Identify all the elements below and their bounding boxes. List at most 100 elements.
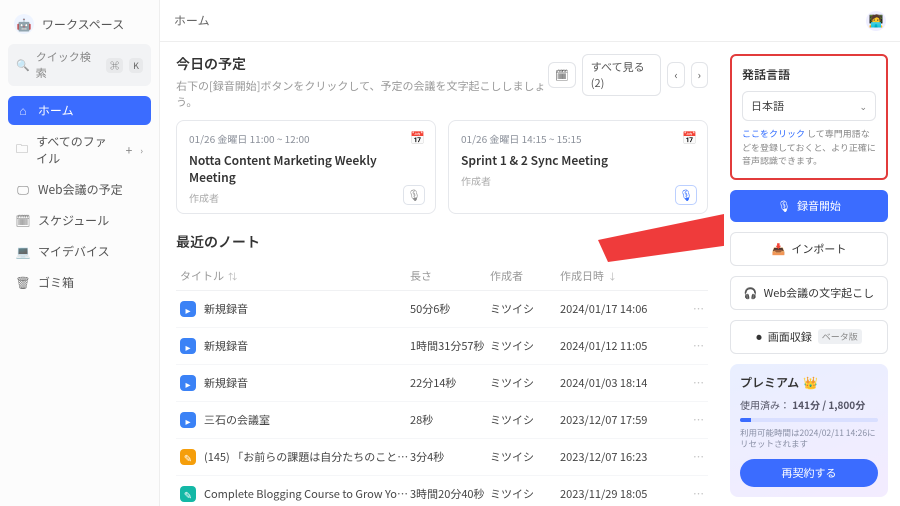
- card-author-label: 作成者: [461, 173, 695, 188]
- view-all-button[interactable]: すべて見る (2): [582, 54, 662, 96]
- note-type-icon: ▸: [180, 412, 196, 428]
- col-length: 長さ: [410, 268, 490, 284]
- chevron-down-icon: ⌄: [859, 100, 867, 113]
- premium-renew-button[interactable]: 再契約する: [740, 459, 878, 487]
- workspace-switcher[interactable]: 🤖 ワークスペース: [8, 10, 151, 38]
- nav-all-files[interactable]: 🗀 すべてのファイル + ›: [8, 127, 151, 173]
- note-date: 2023/11/29 18:05: [560, 486, 680, 502]
- row-menu-button[interactable]: ⋯: [680, 301, 704, 317]
- nav-my-device[interactable]: 💻 マイデバイス: [8, 237, 151, 266]
- sort-down-icon: ↓: [608, 270, 617, 283]
- language-tip-link[interactable]: ここをクリック: [742, 127, 805, 140]
- nav-schedule[interactable]: 🗓 スケジュール: [8, 206, 151, 235]
- nav-trash-label: ゴミ箱: [38, 274, 74, 291]
- import-button[interactable]: 📥 インポート: [730, 232, 888, 266]
- note-name: 新規録音: [204, 375, 410, 391]
- crown-icon: 👑: [803, 374, 818, 391]
- nav-home[interactable]: ⌂ ホーム: [8, 96, 151, 125]
- nav-web-meetings-label: Web会議の予定: [38, 181, 123, 198]
- note-type-icon: ▸: [180, 301, 196, 317]
- language-value: 日本語: [751, 98, 784, 114]
- schedule-subtext: 右下の[録音開始]ボタンをクリックして、予定の会議を文字起こししましょう。: [176, 78, 548, 110]
- schedule-card[interactable]: 01/26 金曜日 11:00 ~ 12:00 📅 Notta Content …: [176, 120, 436, 214]
- note-author: ミツイシ: [490, 301, 560, 317]
- row-menu-button[interactable]: ⋯: [680, 486, 704, 502]
- card-record-button[interactable]: 🎙: [403, 185, 425, 205]
- notes-table-header: タイトル⇅ 長さ 作成者 作成日時↓: [176, 262, 708, 291]
- folder-icon: 🗀: [16, 140, 28, 161]
- note-length: 22分14秒: [410, 375, 490, 391]
- trash-icon: 🗑: [16, 274, 30, 291]
- card-time: 01/26 金曜日 11:00 ~ 12:00: [189, 131, 423, 146]
- start-recording-label: 録音開始: [797, 198, 841, 214]
- note-type-icon: ▸: [180, 375, 196, 391]
- note-author: ミツイシ: [490, 338, 560, 354]
- import-label: インポート: [791, 241, 846, 257]
- mic-icon: 🎙: [679, 187, 693, 203]
- quick-search[interactable]: 🔍 クイック検索 ⌘ K: [8, 44, 151, 86]
- premium-used-value: 141分 / 1,800分: [792, 397, 865, 412]
- schedule-next-button[interactable]: ›: [691, 62, 708, 88]
- table-row[interactable]: ✎Complete Blogging Course to Grow Your..…: [176, 476, 708, 506]
- premium-usage-bar: [740, 418, 878, 422]
- sidebar: 🤖 ワークスペース 🔍 クイック検索 ⌘ K ⌂ ホーム 🗀 すべてのファイル …: [0, 0, 160, 506]
- note-date: 2023/12/07 16:23: [560, 449, 680, 465]
- note-type-icon: ✎: [180, 449, 196, 465]
- row-menu-button[interactable]: ⋯: [680, 338, 704, 354]
- schedule-card[interactable]: 01/26 金曜日 14:15 ~ 15:15 📅 Sprint 1 & 2 S…: [448, 120, 708, 214]
- card-title: Sprint 1 & 2 Sync Meeting: [461, 152, 695, 169]
- schedule-prev-button[interactable]: ‹: [667, 62, 684, 88]
- shortcut-key-k: K: [129, 58, 143, 73]
- table-row[interactable]: ✎(145) 「お前らの課題は自分たちのことばかり...3分4秒ミツイシ2023…: [176, 439, 708, 476]
- table-row[interactable]: ▸新規録音1時間31分57秒ミツイシ2024/01/12 11:05⋯: [176, 328, 708, 365]
- col-title[interactable]: タイトル⇅: [180, 268, 410, 284]
- record-icon: ⏺: [756, 329, 762, 345]
- transcribe-label: Web会議の文字起こし: [764, 285, 875, 301]
- notes-table-body: ▸新規録音50分6秒ミツイシ2024/01/17 14:06⋯▸新規録音1時間3…: [176, 291, 708, 506]
- chevron-right-icon: ›: [140, 144, 143, 157]
- workspace-label: ワークスペース: [42, 16, 124, 33]
- calendar-button[interactable]: 🗓: [548, 62, 576, 88]
- table-row[interactable]: ▸三石の会議室28秒ミツイシ2023/12/07 17:59⋯: [176, 402, 708, 439]
- calendar-icon: 🗓: [16, 212, 30, 229]
- table-row[interactable]: ▸新規録音50分6秒ミツイシ2024/01/17 14:06⋯: [176, 291, 708, 328]
- schedule-cards: 01/26 金曜日 11:00 ~ 12:00 📅 Notta Content …: [176, 120, 708, 214]
- language-select[interactable]: 日本語 ⌄: [742, 91, 876, 121]
- note-length: 1時間31分57秒: [410, 338, 490, 354]
- table-row[interactable]: ▸新規録音22分14秒ミツイシ2024/01/03 18:14⋯: [176, 365, 708, 402]
- nav-web-meetings[interactable]: 🖵 Web会議の予定: [8, 175, 151, 204]
- note-date: 2024/01/17 14:06: [560, 301, 680, 317]
- language-tip: ここをクリック して専門用語などを登録しておくと、より正確に音声認識できます。: [742, 127, 876, 168]
- start-recording-button[interactable]: 🎙 録音開始: [730, 190, 888, 222]
- shortcut-key-cmd: ⌘: [106, 58, 123, 73]
- user-avatar-icon[interactable]: 🧑‍💻: [866, 11, 886, 31]
- row-menu-button[interactable]: ⋯: [680, 375, 704, 391]
- card-author-label: 作成者: [189, 190, 423, 205]
- card-title: Notta Content Marketing Weekly Meeting: [189, 152, 423, 186]
- note-author: ミツイシ: [490, 412, 560, 428]
- gcal-icon: 📅: [682, 129, 697, 146]
- note-name: 新規録音: [204, 301, 410, 317]
- col-date[interactable]: 作成日時↓: [560, 268, 680, 284]
- language-heading: 発話言語: [742, 66, 876, 83]
- card-record-button[interactable]: 🎙: [675, 185, 697, 205]
- add-folder-icon[interactable]: +: [126, 142, 133, 159]
- headset-icon: 🎧: [744, 285, 758, 301]
- device-icon: 💻: [16, 243, 30, 260]
- note-length: 3分4秒: [410, 449, 490, 465]
- transcribe-meeting-button[interactable]: 🎧 Web会議の文字起こし: [730, 276, 888, 310]
- row-menu-button[interactable]: ⋯: [680, 449, 704, 465]
- screen-record-button[interactable]: ⏺ 画面収録 ベータ版: [730, 320, 888, 354]
- nav-all-files-label: すべてのファイル: [36, 133, 118, 167]
- note-date: 2024/01/12 11:05: [560, 338, 680, 354]
- note-date: 2023/12/07 17:59: [560, 412, 680, 428]
- search-icon: 🔍: [16, 57, 30, 73]
- recent-heading: 最近のノート: [176, 232, 708, 252]
- note-type-icon: ▸: [180, 338, 196, 354]
- row-menu-button[interactable]: ⋯: [680, 412, 704, 428]
- sort-icon: ⇅: [228, 270, 237, 283]
- language-box: 発話言語 日本語 ⌄ ここをクリック して専門用語などを登録しておくと、より正確…: [730, 54, 888, 180]
- nav-trash[interactable]: 🗑 ゴミ箱: [8, 268, 151, 297]
- topbar: ホーム 🧑‍💻: [160, 0, 900, 42]
- note-author: ミツイシ: [490, 486, 560, 502]
